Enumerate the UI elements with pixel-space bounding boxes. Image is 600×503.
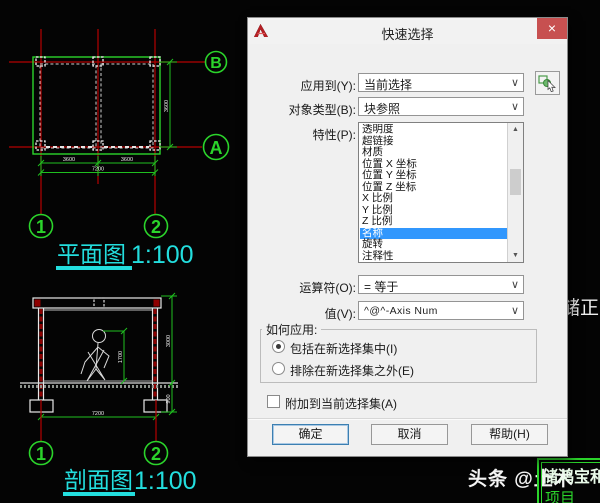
- scroll-down-icon[interactable]: ▼: [508, 249, 523, 262]
- exclude-radio[interactable]: [272, 362, 285, 375]
- property-item[interactable]: X 比例: [360, 192, 507, 205]
- watermark-badge-line1: 储鸿宝和: [542, 469, 600, 486]
- plan-axis-label-b: B: [210, 55, 222, 72]
- plan-dimensions: [37, 58, 177, 176]
- plan-title: 平面图 1:100: [56, 241, 194, 270]
- watermark-badge: 储鸿宝和 项目: [537, 458, 600, 503]
- value-value: ^@^-Axis Num: [364, 305, 438, 317]
- property-item[interactable]: 透明度: [360, 124, 507, 136]
- plan-title-scale: 1:100: [131, 241, 194, 269]
- plan-dim-texts: 3600 3600 7200 3600: [63, 100, 170, 173]
- scrollbar-thumb[interactable]: [510, 169, 521, 195]
- section-beam-notch: [93, 297, 105, 309]
- property-item[interactable]: 注释性: [360, 250, 507, 261]
- apply-to-label: 应用到(Y):: [300, 79, 356, 93]
- radio-dot: [276, 344, 281, 349]
- how-apply-label: 如何应用:: [262, 321, 322, 338]
- scroll-up-icon[interactable]: ▲: [508, 123, 523, 136]
- watermark-badge-line2: 项目: [545, 490, 576, 503]
- plan-axis-label-a: A: [210, 138, 223, 158]
- plan-dim-room-right: 3600: [121, 157, 133, 163]
- section-axis-label-1: 1: [36, 444, 46, 464]
- plan-view: 3600 3600 7200 3600 B A 1 2 平面图 1:100: [9, 29, 230, 270]
- operator-label: 运算符(O):: [299, 281, 356, 295]
- property-item[interactable]: 材质: [360, 146, 507, 159]
- object-type-dropdown[interactable]: 块参照 ∨: [358, 97, 524, 116]
- ok-button[interactable]: 确定: [272, 424, 349, 445]
- section-beam-end-right: [153, 299, 160, 307]
- apply-to-dropdown[interactable]: 当前选择 ∨: [358, 73, 524, 92]
- section-axis-label-2: 2: [151, 444, 161, 464]
- operator-dropdown[interactable]: = 等于 ∨: [358, 275, 524, 294]
- plan-room-dashed: [39, 63, 154, 149]
- plan-dim-depth: 3600: [164, 100, 170, 112]
- select-objects-button[interactable]: [535, 71, 560, 95]
- properties-list: 透明度 超链接 材质 位置 X 坐标 位置 Y 坐标 位置 Z 坐标 X 比例 …: [360, 124, 507, 261]
- append-checkbox-label[interactable]: 附加到当前选择集(A): [285, 395, 397, 412]
- chevron-down-icon: ∨: [510, 279, 519, 291]
- include-radio-label[interactable]: 包括在新选择集中(I): [290, 340, 397, 357]
- section-title-text: 剖面图: [64, 467, 133, 493]
- plan-axis-label-2: 2: [151, 217, 161, 237]
- plan-dim-room-left: 3600: [63, 157, 75, 163]
- value-label: 值(V):: [324, 307, 356, 321]
- section-axis-bubbles: [28, 440, 169, 466]
- property-item[interactable]: 旋转: [360, 238, 507, 251]
- exclude-radio-label[interactable]: 排除在新选择集之外(E): [290, 362, 414, 379]
- object-type-label: 对象类型(B):: [288, 103, 356, 117]
- quick-select-dialog: 快速选择 × 应用到(Y): 当前选择 ∨ 对象类型(B): 块参照 ∨ 特性(…: [247, 17, 568, 457]
- section-title: 剖面图 1:100: [63, 467, 197, 496]
- section-title-scale: 1:100: [134, 467, 197, 495]
- section-dim-wall: 3000: [166, 335, 172, 347]
- section-beam-end-left: [34, 299, 41, 307]
- property-item[interactable]: Z 比例: [360, 215, 507, 228]
- dialog-title: 快速选择: [381, 27, 434, 42]
- operator-value: = 等于: [364, 280, 399, 294]
- help-button[interactable]: 帮助(H): [471, 424, 548, 445]
- chevron-down-icon: ∨: [510, 101, 519, 113]
- section-dim-figure: 1700: [118, 351, 124, 363]
- object-type-value: 块参照: [364, 102, 401, 116]
- chevron-down-icon: ∨: [510, 77, 519, 89]
- footer-separator: [248, 418, 567, 420]
- section-dim-footing: 900: [166, 394, 172, 403]
- select-objects-icon: [538, 75, 556, 93]
- section-axis-lines: [40, 400, 157, 441]
- section-dim-total: 7200: [92, 411, 104, 417]
- chevron-down-icon: ∨: [510, 305, 519, 317]
- dialog-titlebar[interactable]: 快速选择 ×: [248, 18, 567, 44]
- section-beam: [32, 297, 162, 309]
- value-dropdown[interactable]: ^@^-Axis Num ∨: [358, 301, 524, 320]
- cancel-button[interactable]: 取消: [371, 424, 448, 445]
- plan-axis-label-1: 1: [36, 217, 46, 237]
- properties-label: 特性(P):: [312, 128, 356, 142]
- plan-title-underline: [56, 266, 132, 270]
- append-checkbox[interactable]: [267, 395, 280, 408]
- screenshot-root: 3600 3600 7200 3600 B A 1 2 平面图 1:100 17…: [0, 0, 600, 503]
- apply-to-value: 当前选择: [364, 78, 413, 92]
- close-button[interactable]: ×: [537, 18, 567, 39]
- properties-listbox[interactable]: 透明度 超链接 材质 位置 X 坐标 位置 Y 坐标 位置 Z 坐标 X 比例 …: [358, 122, 524, 263]
- include-radio[interactable]: [272, 340, 285, 353]
- plan-dim-total: 7200: [92, 167, 104, 173]
- section-dim-texts: 1700 3000 900 7200: [92, 335, 172, 417]
- plan-axis-bubbles: [28, 50, 230, 239]
- section-person-figure: [80, 329, 110, 382]
- section-view: 1700 3000 900 7200 1 2 剖面图 1:100: [20, 292, 197, 496]
- section-title-underline: [63, 492, 135, 496]
- properties-scrollbar[interactable]: ▲ ▼: [507, 123, 523, 262]
- plan-title-text: 平面图: [57, 241, 126, 267]
- property-item[interactable]: 位置 Y 坐标: [360, 169, 507, 182]
